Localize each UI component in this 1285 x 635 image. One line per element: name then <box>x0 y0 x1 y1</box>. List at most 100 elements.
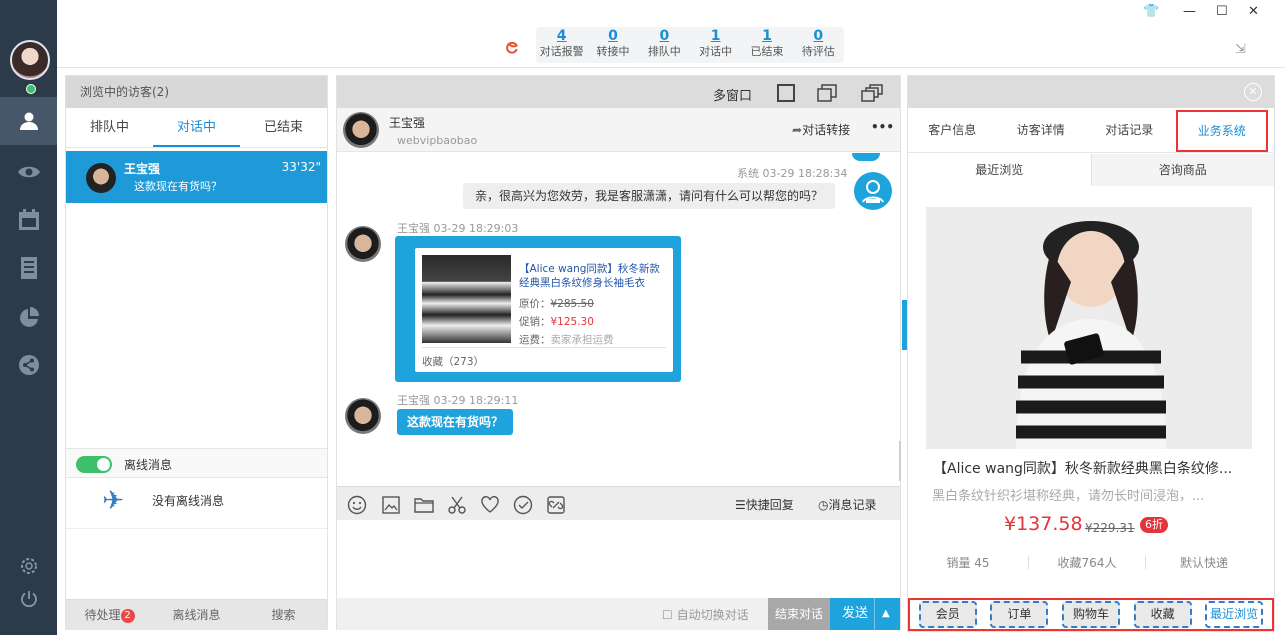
product-shipping: 运费：卖家承担运费 <box>519 334 614 346</box>
customer-avatar <box>345 226 381 262</box>
product-card[interactable]: 【Alice wang同款】秋冬新款经典黑白条纹修身长袖毛衣 原价：¥285.5… <box>415 248 673 372</box>
right-panel: ✕ 客户信息 访客详情 对话记录 业务系统 最近浏览 咨询商品 【Alice w… <box>907 75 1275 632</box>
screenshot-icon[interactable] <box>381 495 401 515</box>
stat-chatting[interactable]: 1 对话中 <box>690 27 741 63</box>
quick-reply-button[interactable]: ☰快捷回复 <box>735 496 794 513</box>
tab-visitor-details[interactable]: 访客详情 <box>997 108 1086 152</box>
auto-switch-checkbox[interactable]: ☐ 自动切换对话 <box>662 606 749 623</box>
product-title[interactable]: 【Alice wang同款】秋冬新款经典黑白条纹修身长袖毛衣 <box>519 262 669 290</box>
visitor-name: 王宝强 <box>124 162 161 176</box>
link-icon[interactable] <box>546 495 566 515</box>
tab-offline-messages[interactable]: 离线消息 <box>153 600 240 630</box>
message-meta: 王宝强 03-29 18:29:11 <box>397 394 519 407</box>
product-title[interactable]: 【Alice wang同款】秋冬新款经典黑白条纹修... <box>933 458 1263 478</box>
close-icon[interactable]: ✕ <box>1244 83 1262 101</box>
end-chat-button[interactable]: 结束对话 <box>768 598 830 630</box>
records-icon <box>20 257 37 279</box>
visitor-list-item[interactable]: 王宝强 33'32" 这款现在有货吗？ <box>66 151 327 203</box>
recent-browse-button[interactable]: 最近浏览 <box>1205 601 1264 628</box>
no-offline-text: 没有离线消息 <box>152 494 225 508</box>
stats-bar: 4 对话报警 0 转接中 0 排队中 1 对话中 1 已结束 0 待评估 <box>536 27 844 63</box>
discount-badge: 6折 <box>1140 517 1168 533</box>
stat-evaluating[interactable]: 0 待评估 <box>793 27 844 63</box>
minimize-button[interactable]: — <box>1183 4 1196 19</box>
triple-window-icon[interactable] <box>861 84 883 102</box>
tab-business-system[interactable]: 业务系统 <box>1175 110 1268 152</box>
clock-icon: ◷ <box>818 498 829 512</box>
user-avatar[interactable] <box>10 40 50 80</box>
heart-icon[interactable] <box>480 495 500 515</box>
tab-chat-records[interactable]: 对话记录 <box>1085 108 1174 152</box>
order-button[interactable]: 订单 <box>990 601 1049 628</box>
offline-toggle[interactable] <box>76 456 112 473</box>
evaluate-icon[interactable] <box>513 495 533 515</box>
message-input[interactable] <box>337 520 900 598</box>
divider <box>422 347 666 348</box>
tab-pending[interactable]: 待处理 2 <box>66 600 153 630</box>
pie-chart-icon <box>19 307 39 327</box>
sidebar-share[interactable] <box>0 341 57 389</box>
stat-transferring[interactable]: 0 转接中 <box>587 27 638 63</box>
shipping-method: 默认快递 <box>1179 556 1228 570</box>
single-window-icon[interactable] <box>777 84 795 102</box>
right-tabs: 客户信息 访客详情 对话记录 业务系统 <box>908 108 1274 153</box>
cart-button[interactable]: 购物车 <box>1061 601 1120 628</box>
eye-icon <box>17 166 40 178</box>
sidebar-statistics[interactable] <box>0 294 57 342</box>
send-button[interactable]: 发送 ▲ <box>830 598 900 630</box>
gear-icon <box>20 558 37 574</box>
multi-window-bar: 多窗口 <box>337 76 900 108</box>
maximize-button[interactable]: ☐ <box>1216 4 1228 19</box>
stat-alert[interactable]: 4 对话报警 <box>536 27 587 63</box>
message-meta: 王宝强 03-29 18:29:03 <box>397 222 519 235</box>
list-icon: ☰ <box>735 498 746 512</box>
sidebar-records[interactable] <box>0 244 57 292</box>
transfer-button[interactable]: ➦对话转接 <box>792 121 850 138</box>
calendar-icon <box>18 209 39 230</box>
business-buttons: 会员 订单 购物车 收藏 最近浏览 <box>908 598 1274 631</box>
transfer-icon: ➦ <box>792 123 803 137</box>
subtab-consult-product[interactable]: 咨询商品 <box>1090 154 1275 186</box>
customer-avatar <box>345 398 381 434</box>
tab-ended[interactable]: 已结束 <box>240 108 327 147</box>
skin-icon[interactable]: 👕 <box>1143 4 1159 19</box>
product-original-price: 原价：¥285.50 <box>519 298 594 310</box>
more-button[interactable]: ••• <box>871 120 894 134</box>
share-icon <box>18 355 39 375</box>
product-price: ¥137.58 <box>1004 513 1083 535</box>
app-logo-icon: ၔ <box>505 31 519 59</box>
tab-customer-info[interactable]: 客户信息 <box>908 108 997 152</box>
tab-search[interactable]: 搜索 <box>240 600 327 630</box>
sidebar-power[interactable] <box>0 575 57 623</box>
stat-queuing[interactable]: 0 排队中 <box>639 27 690 63</box>
collapse-icon[interactable]: ⇲ <box>1235 42 1246 57</box>
caret-up-icon[interactable]: ▲ <box>882 598 890 630</box>
emoji-icon[interactable] <box>347 495 367 515</box>
send-bar: ☐ 自动切换对话 结束对话 发送 ▲ <box>337 598 900 630</box>
chat-panel: 多窗口 王宝强 webvipbaobao ➦对话转接 ••• 系统 03-29 … <box>336 75 901 630</box>
favorites-button[interactable]: 收藏 <box>1133 601 1192 628</box>
product-image[interactable] <box>926 207 1252 449</box>
online-status-icon <box>26 84 36 94</box>
folder-icon[interactable] <box>414 495 434 515</box>
subtab-recent-browse[interactable]: 最近浏览 <box>908 154 1091 186</box>
chat-scrollbar[interactable] <box>899 441 901 481</box>
visitor-tabs: 排队中 对话中 已结束 <box>66 108 327 148</box>
visitor-avatar <box>86 163 116 193</box>
member-button[interactable]: 会员 <box>918 601 977 628</box>
scissors-icon[interactable] <box>447 495 467 515</box>
tab-chatting[interactable]: 对话中 <box>153 108 240 147</box>
stat-ended[interactable]: 1 已结束 <box>741 27 792 63</box>
agent-avatar <box>854 172 892 210</box>
double-window-icon[interactable] <box>817 84 837 102</box>
close-button[interactable]: ✕ <box>1248 4 1259 19</box>
tab-queuing[interactable]: 排队中 <box>66 108 153 147</box>
sidebar-monitor[interactable] <box>0 148 57 196</box>
contact-avatar <box>343 112 379 148</box>
visitor-panel-header: 浏览中的访客(2) <box>66 76 327 108</box>
sidebar-calendar[interactable] <box>0 196 57 244</box>
visitor-panel: 浏览中的访客(2) 排队中 对话中 已结束 王宝强 33'32" 这款现在有货吗… <box>65 75 328 630</box>
sidebar-visitors[interactable] <box>0 97 57 145</box>
system-message-meta: 系统 03-29 18:28:34 <box>737 167 848 180</box>
message-history-button[interactable]: ◷消息记录 <box>818 496 877 513</box>
